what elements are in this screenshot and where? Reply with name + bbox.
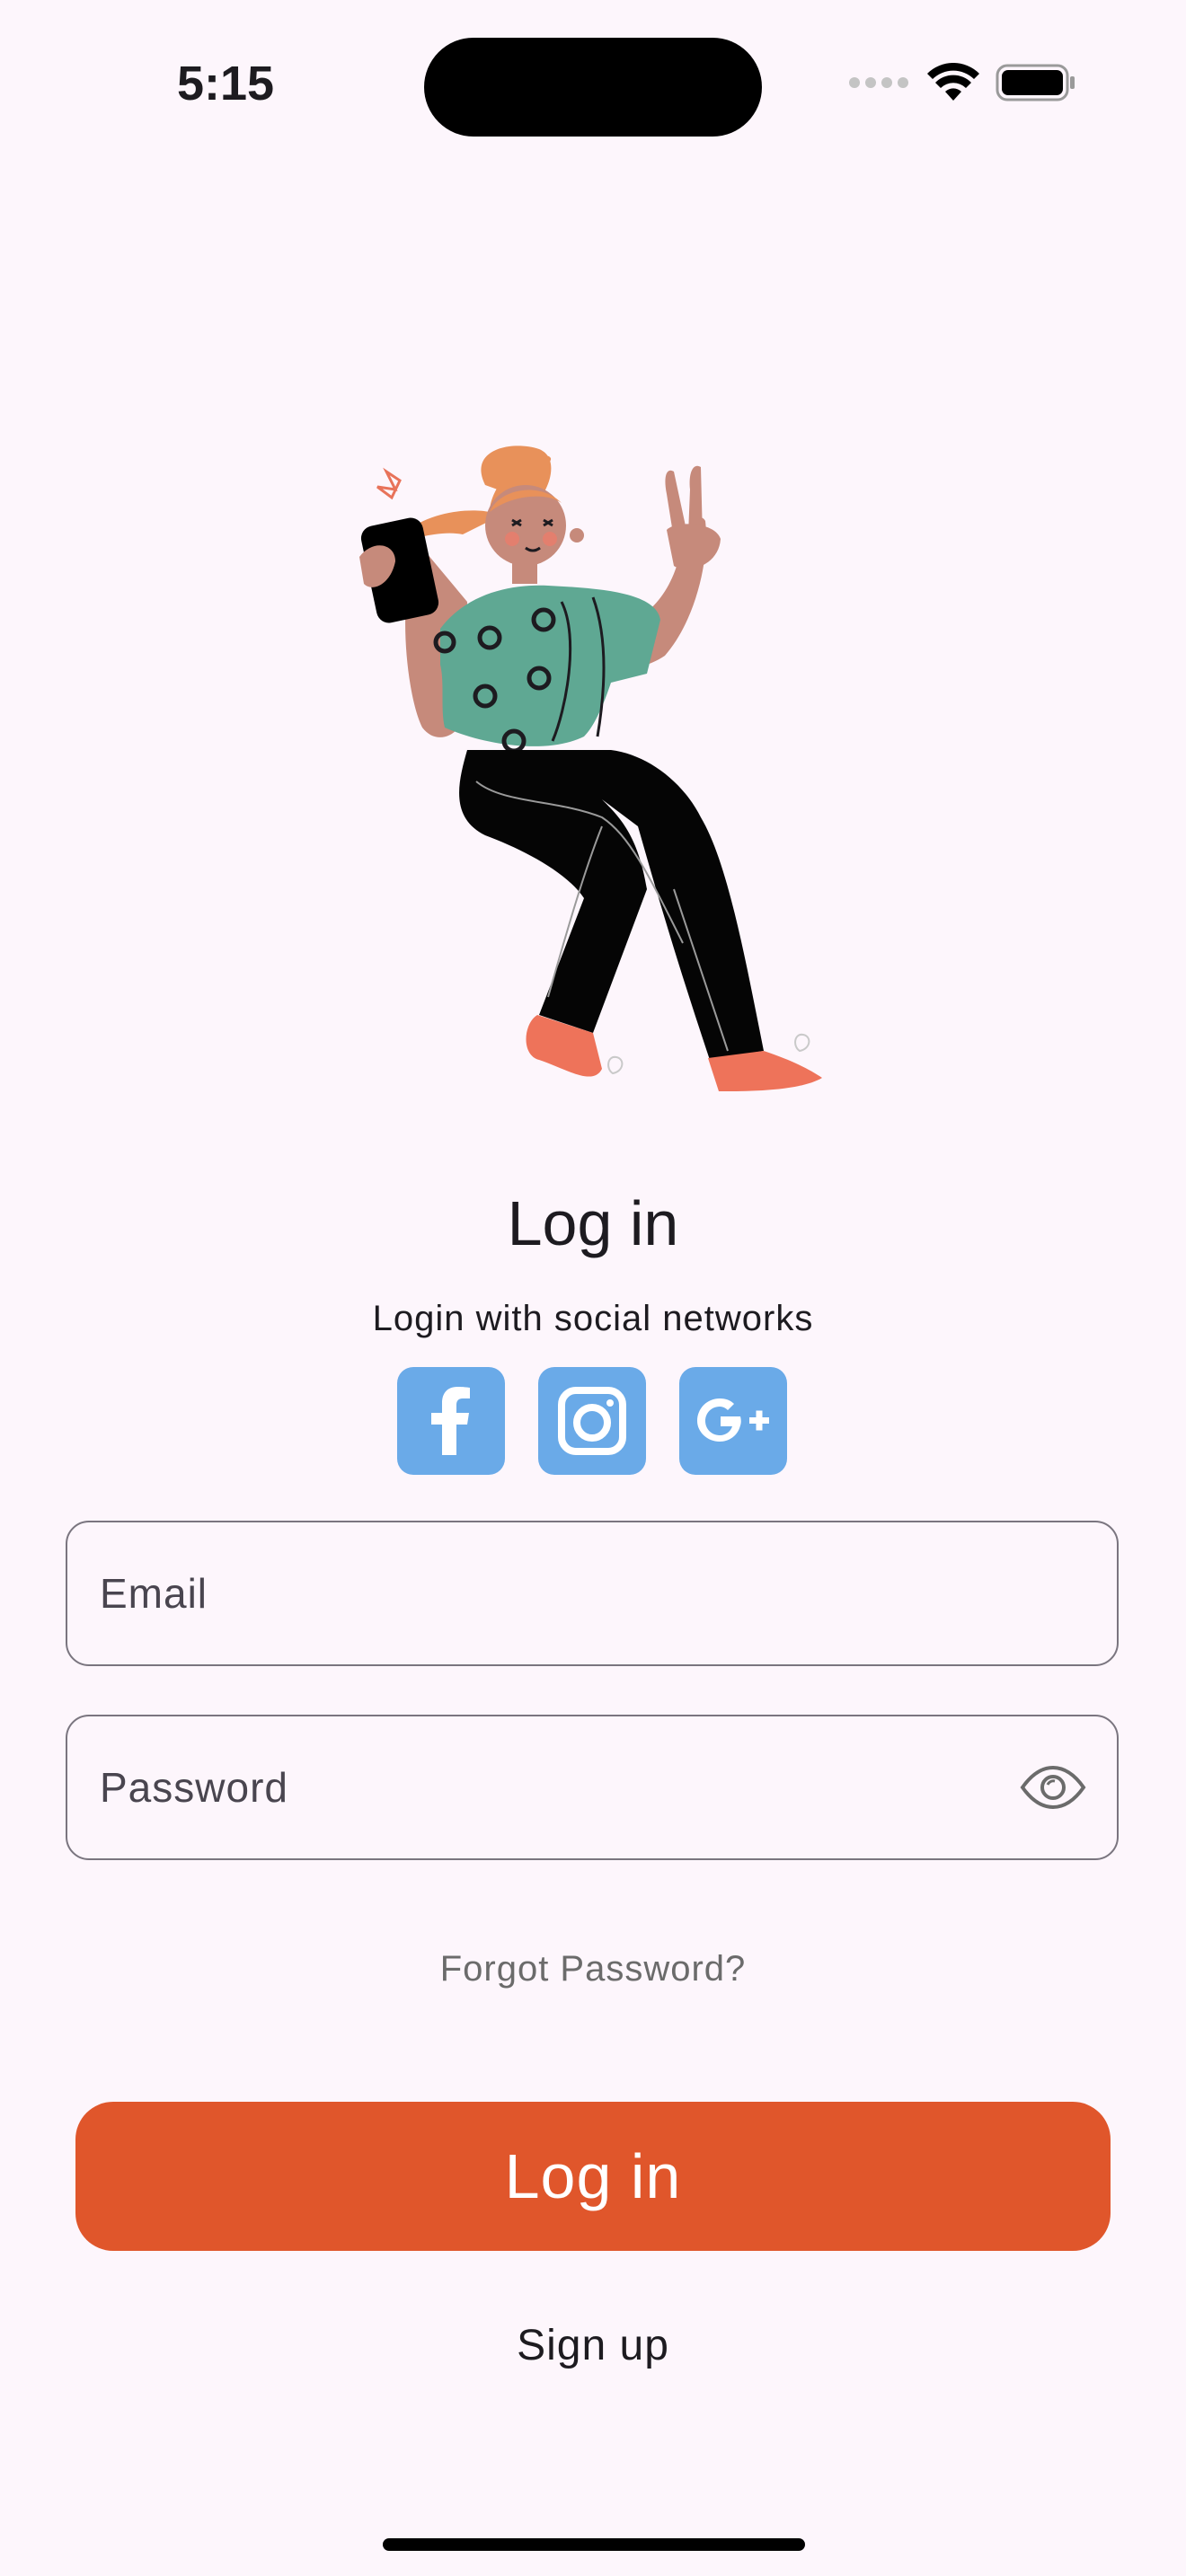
google-plus-button[interactable] [679, 1367, 787, 1475]
social-login-subtitle: Login with social networks [372, 1299, 814, 1338]
forgot-password-link[interactable]: Forgot Password? [0, 1949, 1186, 1989]
page-title: Log in [507, 1188, 679, 1258]
battery-icon [996, 64, 1075, 101]
home-indicator[interactable] [383, 2538, 805, 2551]
google-plus-icon [697, 1398, 769, 1442]
facebook-button[interactable] [397, 1367, 505, 1475]
status-time: 5:15 [177, 57, 275, 110]
email-field[interactable]: Email [66, 1521, 1119, 1666]
facebook-icon [431, 1387, 470, 1455]
status-icons [848, 63, 1076, 102]
eye-icon[interactable] [1020, 1765, 1086, 1810]
instagram-button[interactable] [538, 1367, 646, 1475]
password-field[interactable]: Password [66, 1715, 1119, 1860]
login-button[interactable]: Log in [75, 2102, 1111, 2251]
instagram-icon [558, 1387, 626, 1455]
password-field-label: Password [100, 1764, 288, 1811]
wifi-icon [927, 63, 979, 101]
login-screen: 5:15 Log in Login with social networks E… [0, 0, 1186, 2576]
email-field-label: Email [100, 1570, 208, 1617]
woman-with-phone-illustration [359, 446, 822, 1091]
dynamic-island [424, 38, 762, 137]
signup-link[interactable]: Sign up [0, 2321, 1186, 2370]
signal-dots-icon [849, 77, 908, 88]
social-login-row [397, 1367, 787, 1475]
